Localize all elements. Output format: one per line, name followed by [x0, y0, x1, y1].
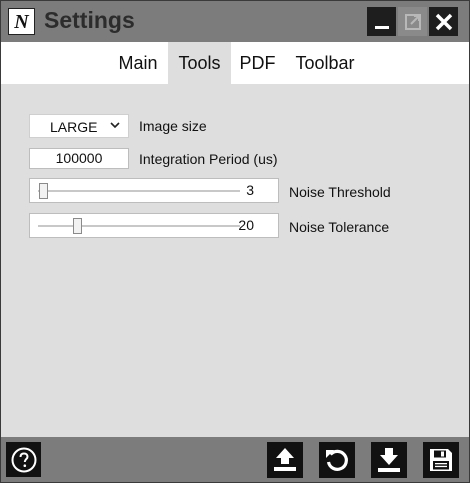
settings-window: N Settings Main Tools PDF Toolbar LARGE …: [0, 0, 470, 483]
minimize-button[interactable]: [367, 7, 396, 36]
tab-tools[interactable]: Tools: [168, 42, 231, 84]
title-bar[interactable]: N Settings: [1, 1, 469, 42]
upload-icon: [274, 448, 296, 471]
reset-button[interactable]: [319, 442, 355, 478]
bottom-toolbar: [1, 437, 469, 482]
noise-threshold-label: Noise Threshold: [289, 184, 391, 200]
help-button[interactable]: [6, 442, 41, 477]
tab-bar: Main Tools PDF Toolbar: [1, 42, 469, 84]
tab-toolbar[interactable]: Toolbar: [287, 42, 363, 84]
close-button[interactable]: [429, 7, 458, 36]
integration-period-field[interactable]: 100000: [29, 148, 129, 169]
noise-tolerance-label: Noise Tolerance: [289, 219, 390, 235]
tab-main[interactable]: Main: [111, 42, 165, 84]
window-title: Settings: [44, 7, 135, 33]
reset-icon: [326, 449, 348, 471]
noise-tolerance-value: 20: [238, 217, 254, 233]
slider-thumb[interactable]: [73, 218, 82, 234]
download-button[interactable]: [371, 442, 407, 478]
n-logo-icon: N: [8, 8, 35, 35]
tab-pdf[interactable]: PDF: [234, 42, 281, 84]
noise-tolerance-slider[interactable]: 20: [29, 213, 279, 238]
noise-threshold-value: 3: [246, 182, 254, 198]
maximize-button[interactable]: [398, 7, 427, 36]
integration-period-label: Integration Period (us): [139, 151, 278, 167]
minimize-icon: [374, 25, 389, 29]
save-icon: [430, 449, 452, 471]
slider-track: [38, 190, 240, 192]
save-button[interactable]: [423, 442, 459, 478]
slider-thumb[interactable]: [39, 183, 48, 199]
image-size-label: Image size: [139, 118, 207, 134]
logo-letter: N: [14, 10, 29, 33]
image-size-value: LARGE: [50, 119, 98, 135]
chevron-down-icon: [110, 122, 120, 129]
maximize-icon: [404, 13, 421, 30]
slider-track: [38, 225, 240, 227]
close-icon: [435, 13, 452, 30]
download-icon: [378, 448, 400, 472]
upload-button[interactable]: [267, 442, 303, 478]
noise-threshold-slider[interactable]: 3: [29, 178, 279, 203]
help-icon: [11, 447, 36, 472]
image-size-select[interactable]: LARGE: [29, 114, 129, 138]
